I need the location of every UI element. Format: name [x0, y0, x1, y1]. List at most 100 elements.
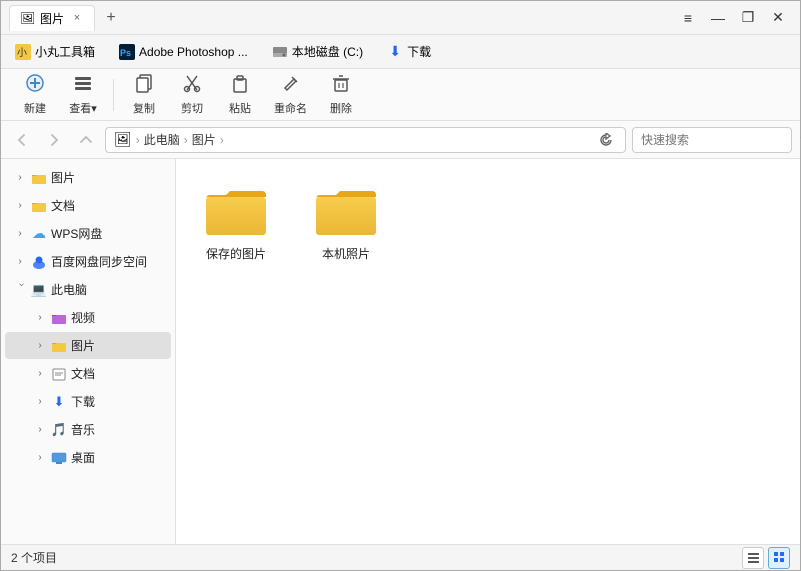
pinned-localdisk[interactable]: 本地磁盘 (C:): [266, 40, 369, 63]
paste-icon: [230, 73, 250, 98]
wps-cloud-icon: ☁: [31, 226, 47, 242]
sidebar-label-this-pc: 此电脑: [51, 281, 87, 298]
sidebar-item-this-pc[interactable]: › 💻 此电脑: [5, 276, 171, 303]
copy-label: 复制: [133, 100, 155, 116]
pictures-icon: [31, 170, 47, 186]
rename-button[interactable]: 重命名: [266, 69, 315, 120]
new-icon: [25, 73, 45, 98]
new-tab-button[interactable]: +: [99, 6, 123, 30]
expand-icon-music: ›: [33, 423, 47, 437]
expand-icon-documents: ›: [13, 199, 27, 213]
copy-button[interactable]: 复制: [122, 69, 166, 120]
pictures2-icon: [51, 338, 67, 354]
svg-text:Ps: Ps: [120, 48, 131, 58]
statusbar: 2 个项目: [1, 544, 800, 570]
pinned-download[interactable]: ⬇ 下载: [381, 40, 437, 63]
view-label: 查看▾: [69, 100, 97, 116]
refresh-button[interactable]: [595, 129, 617, 151]
toolbar-divider-1: [113, 79, 114, 111]
status-icons: [742, 547, 790, 569]
sidebar-label-desktop: 桌面: [71, 449, 95, 466]
menu-button[interactable]: ≡: [674, 6, 702, 30]
folder-local-photos[interactable]: 本机照片: [306, 179, 386, 270]
sidebar-item-pictures[interactable]: › 图片: [5, 164, 171, 191]
delete-button[interactable]: 删除: [319, 69, 363, 120]
documents2-icon: [51, 366, 67, 382]
sidebar-label-downloads: 下载: [71, 393, 95, 410]
this-pc-icon: 💻: [31, 282, 47, 298]
cut-button[interactable]: 剪切: [170, 69, 214, 120]
sidebar-item-downloads[interactable]: › ⬇ 下载: [5, 388, 171, 415]
folder-local-photos-icon: [314, 187, 378, 239]
tab-pictures[interactable]: 🖼 图片 ×: [9, 5, 95, 31]
copy-icon: [134, 73, 154, 98]
toolbar: 新建 查看▾ 复制 剪切 粘贴: [1, 69, 800, 121]
search-input[interactable]: [641, 133, 796, 147]
downloads-icon: ⬇: [51, 394, 67, 410]
sidebar-label-music: 音乐: [71, 421, 95, 438]
status-text: 2 个项目: [11, 549, 57, 566]
sidebar-item-documents2[interactable]: › 文档: [5, 360, 171, 387]
sidebar-item-music[interactable]: › 🎵 音乐: [5, 416, 171, 443]
xiaowantools-icon: 小: [15, 44, 31, 60]
svg-text:小: 小: [17, 47, 27, 59]
sidebar-item-desktop[interactable]: › 桌面: [5, 444, 171, 471]
expand-icon-this-pc: ›: [13, 283, 27, 297]
sidebar-label-video: 视频: [71, 309, 95, 326]
sidebar-item-wps-cloud[interactable]: › ☁ WPS网盘: [5, 220, 171, 247]
close-button[interactable]: ✕: [764, 6, 792, 30]
expand-icon-video: ›: [33, 311, 47, 325]
window: 🖼 图片 × + ≡ — ❐ ✕ 小 小丸工具箱 Ps Adobe Photos…: [0, 0, 801, 571]
back-button[interactable]: [9, 127, 35, 153]
paste-label: 粘贴: [229, 100, 251, 116]
expand-icon-documents2: ›: [33, 367, 47, 381]
baidu-icon: [31, 254, 47, 270]
breadcrumb-separator-2: ›: [184, 133, 188, 147]
sidebar: › 图片 › 文档 › ☁ WPS网盘: [1, 159, 176, 544]
sidebar-item-documents[interactable]: › 文档: [5, 192, 171, 219]
sidebar-item-video[interactable]: › 视频: [5, 304, 171, 331]
minimize-button[interactable]: —: [704, 6, 732, 30]
search-bar[interactable]: [632, 127, 792, 153]
folder-saved-pictures[interactable]: 保存的图片: [196, 179, 276, 270]
forward-button[interactable]: [41, 127, 67, 153]
tab-folder-icon: 🖼: [20, 11, 34, 25]
folder-grid: 保存的图片: [196, 179, 780, 270]
breadcrumb-thispc: 此电脑: [144, 131, 180, 148]
pinned-xiaowantools[interactable]: 小 小丸工具箱: [9, 40, 101, 63]
pinned-photoshop[interactable]: Ps Adobe Photoshop ...: [113, 41, 254, 63]
main: › 图片 › 文档 › ☁ WPS网盘: [1, 159, 800, 544]
expand-icon-pictures: ›: [13, 171, 27, 185]
pinned-localdisk-label: 本地磁盘 (C:): [292, 43, 363, 60]
breadcrumb-bar[interactable]: 🖼 › 此电脑 › 图片 ›: [105, 127, 626, 153]
up-button[interactable]: [73, 127, 99, 153]
sidebar-label-pictures2: 图片: [71, 337, 95, 354]
paste-button[interactable]: 粘贴: [218, 69, 262, 120]
expand-icon-downloads: ›: [33, 395, 47, 409]
documents-icon: [31, 198, 47, 214]
pinned-photoshop-label: Adobe Photoshop ...: [139, 45, 248, 59]
sidebar-label-pictures: 图片: [51, 169, 75, 186]
expand-icon-baidu: ›: [13, 255, 27, 269]
music-icon: 🎵: [51, 422, 67, 438]
restore-button[interactable]: ❐: [734, 6, 762, 30]
folder-saved-pictures-icon: [204, 187, 268, 239]
sidebar-item-baidu-cloud[interactable]: › 百度网盘同步空间: [5, 248, 171, 275]
pinned-download-label: 下载: [407, 43, 431, 60]
pinned-xiaowantools-label: 小丸工具箱: [35, 43, 95, 60]
new-button[interactable]: 新建: [13, 69, 57, 120]
view-list-button[interactable]: [742, 547, 764, 569]
rename-label: 重命名: [274, 100, 307, 116]
tab-close-button[interactable]: ×: [70, 11, 84, 25]
breadcrumb-pc-icon: 🖼: [114, 131, 132, 148]
expand-icon-wps: ›: [13, 227, 27, 241]
view-grid-button[interactable]: [768, 547, 790, 569]
view-button[interactable]: 查看▾: [61, 69, 105, 120]
breadcrumb-pictures: 图片: [192, 131, 216, 148]
photoshop-icon: Ps: [119, 44, 135, 60]
view-icon: [73, 73, 93, 98]
sidebar-item-pictures2[interactable]: › 图片: [5, 332, 171, 359]
breadcrumb-separator-3: ›: [220, 133, 224, 147]
folder-local-photos-label: 本机照片: [322, 245, 370, 262]
expand-icon-pictures2: ›: [33, 339, 47, 353]
